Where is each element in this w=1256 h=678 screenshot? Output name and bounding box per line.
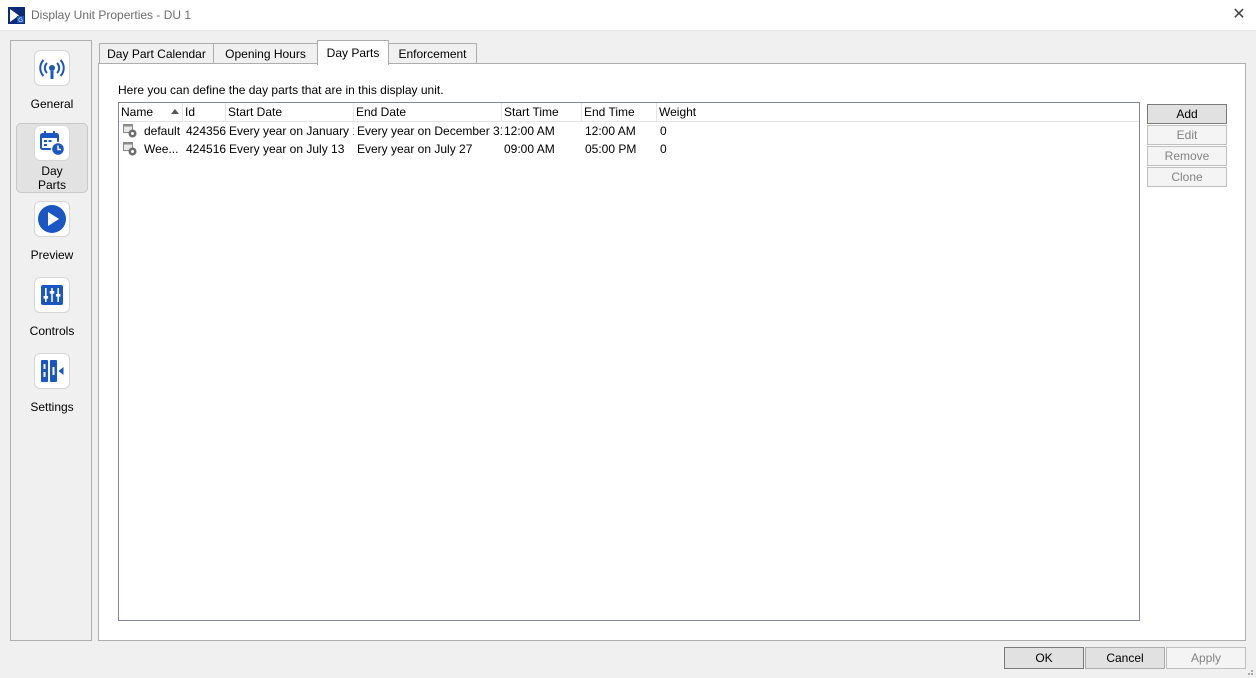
column-label: End Time: [584, 105, 635, 119]
tab-label: Enforcement: [398, 47, 467, 61]
title-bar: G Display Unit Properties - DU 1 ✕: [0, 0, 1256, 31]
svg-text:G: G: [18, 18, 23, 24]
column-header-id[interactable]: Id: [183, 103, 226, 122]
tab-day-part-calendar[interactable]: Day Part Calendar: [99, 43, 214, 64]
settings-panel-icon: [34, 353, 70, 389]
add-button[interactable]: Add: [1147, 104, 1227, 124]
column-header-name[interactable]: Name: [119, 103, 183, 122]
cell-end-date: Every year on December 31: [357, 124, 502, 138]
column-label: Weight: [659, 105, 697, 119]
column-header-end-date[interactable]: End Date: [354, 103, 502, 122]
tab-opening-hours[interactable]: Opening Hours: [213, 43, 318, 64]
edit-button[interactable]: Edit: [1147, 125, 1227, 145]
cell-start-time: 09:00 AM: [504, 142, 555, 156]
window-title: Display Unit Properties - DU 1: [31, 8, 192, 22]
cell-end-time: 12:00 AM: [585, 124, 636, 138]
column-header-weight[interactable]: Weight: [657, 103, 1139, 122]
cell-weight: 0: [660, 142, 667, 156]
sidebar-item-label: Preview: [30, 248, 74, 262]
sort-ascending-icon: [171, 109, 179, 114]
sidebar-item-label: Controls: [29, 324, 75, 338]
column-label: End Date: [356, 105, 407, 119]
sidebar-item-settings[interactable]: Settings: [16, 352, 88, 414]
cancel-button[interactable]: Cancel: [1085, 647, 1165, 669]
cell-weight: 0: [660, 124, 667, 138]
cell-start-date: Every year on January 1: [229, 124, 354, 138]
resize-grip-icon[interactable]: [1244, 666, 1254, 676]
column-label: Id: [185, 105, 196, 119]
clone-button[interactable]: Clone: [1147, 167, 1227, 187]
sidebar-item-day-parts[interactable]: Day Parts: [16, 123, 88, 193]
cell-name: default: [144, 124, 181, 138]
sidebar-item-preview[interactable]: Preview: [16, 200, 88, 262]
tab-day-parts[interactable]: Day Parts: [317, 40, 389, 65]
ok-button[interactable]: OK: [1004, 647, 1084, 669]
sliders-icon: [34, 277, 70, 313]
sidebar-item-controls[interactable]: Controls: [16, 276, 88, 338]
app-logo-icon: G: [8, 7, 25, 24]
tab-label: Opening Hours: [225, 47, 306, 61]
sidebar-item-general[interactable]: General: [16, 48, 88, 111]
play-icon: [34, 201, 70, 237]
column-label: Start Date: [228, 105, 283, 119]
table-row[interactable]: Wee... 424516 Every year on July 13 Ever…: [119, 140, 1139, 158]
broadcast-icon: [34, 50, 70, 86]
tab-label: Day Parts: [326, 46, 380, 60]
close-icon[interactable]: ✕: [1232, 6, 1245, 23]
cell-id: 424356: [186, 124, 226, 138]
intro-text: Here you can define the day parts that a…: [118, 83, 444, 97]
day-part-icon: [123, 124, 137, 138]
tab-label: Day Part Calendar: [107, 47, 206, 61]
cell-start-time: 12:00 AM: [504, 124, 555, 138]
cell-start-date: Every year on July 13: [229, 142, 345, 156]
cell-end-time: 05:00 PM: [585, 142, 637, 156]
category-sidebar: General Day Parts Preview Controls Setti…: [10, 40, 92, 641]
column-header-start-date[interactable]: Start Date: [226, 103, 354, 122]
column-label: Start Time: [504, 105, 559, 119]
column-label: Name: [121, 105, 154, 119]
day-parts-list[interactable]: Name Id Start Date End Date Start Time E…: [118, 102, 1140, 621]
sidebar-item-label: Settings: [30, 400, 74, 414]
day-part-icon: [123, 142, 137, 156]
sidebar-item-label: Day Parts: [37, 164, 66, 192]
column-header-end-time[interactable]: End Time: [582, 103, 657, 122]
cell-name: Wee...: [144, 142, 179, 156]
sidebar-item-label: General: [30, 97, 74, 111]
apply-button[interactable]: Apply: [1166, 647, 1246, 669]
day-parts-panel: Here you can define the day parts that a…: [98, 63, 1246, 641]
cell-id: 424516: [186, 142, 226, 156]
tab-enforcement[interactable]: Enforcement: [388, 43, 477, 64]
list-header: Name Id Start Date End Date Start Time E…: [119, 103, 1139, 122]
close-window-button[interactable]: ✕: [1222, 0, 1256, 31]
table-row[interactable]: default 424356 Every year on January 1 E…: [119, 122, 1139, 140]
calendar-clock-icon: [34, 125, 70, 161]
cell-end-date: Every year on July 27: [357, 142, 473, 156]
remove-button[interactable]: Remove: [1147, 146, 1227, 166]
column-header-start-time[interactable]: Start Time: [502, 103, 582, 122]
